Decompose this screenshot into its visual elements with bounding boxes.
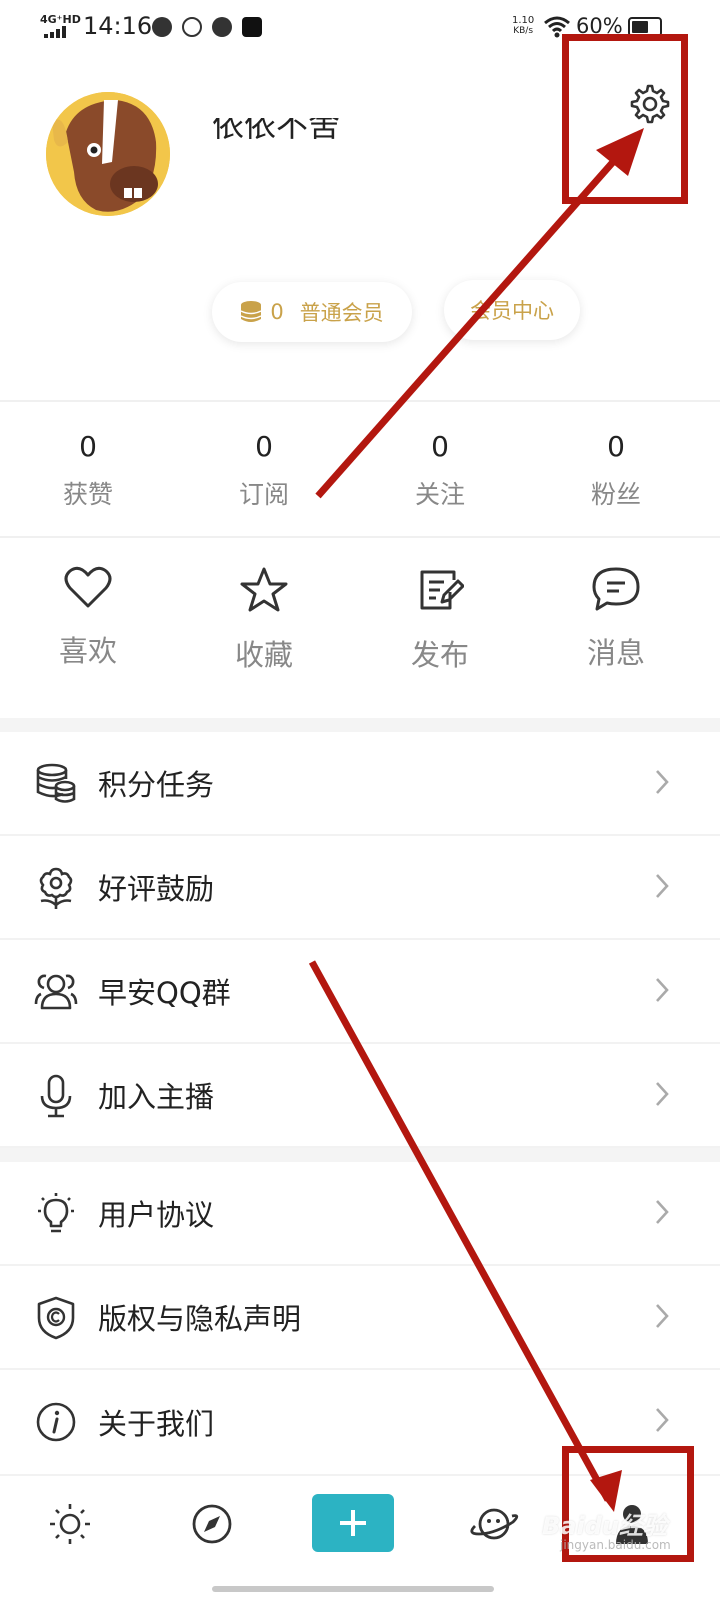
watermark-url: jingyan.baidu.com: [560, 1538, 671, 1552]
annotation-arrows: [308, 128, 644, 1512]
watermark: Baidu经验: [542, 1512, 667, 1540]
